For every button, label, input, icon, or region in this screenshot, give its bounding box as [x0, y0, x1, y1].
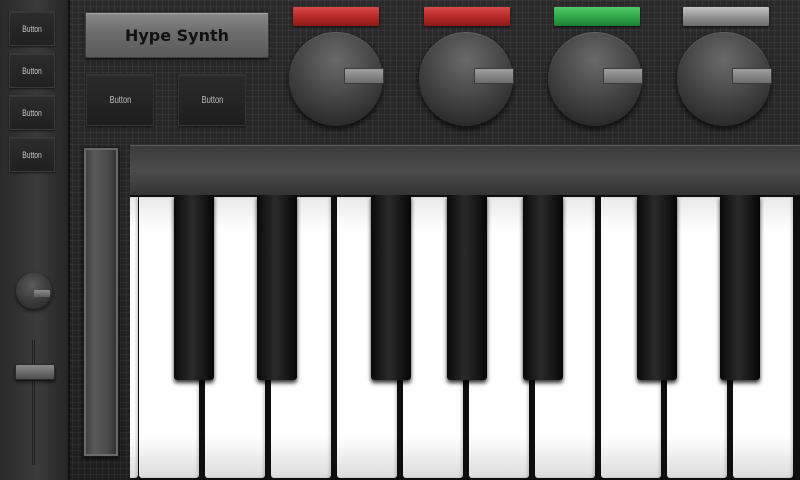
- app-title: Hype Synth: [124, 25, 230, 45]
- keyboard-header: [130, 145, 800, 196]
- indicator-1: [293, 7, 379, 26]
- side-slider-thumb[interactable]: [15, 364, 55, 380]
- indicator-2: [424, 7, 510, 26]
- side-panel: Button Button Button Button: [0, 0, 69, 480]
- side-button-3-label: Button: [22, 107, 42, 118]
- white-key[interactable]: [130, 197, 138, 478]
- side-button-2[interactable]: Button: [9, 53, 55, 88]
- black-key[interactable]: [174, 195, 214, 380]
- black-key[interactable]: [720, 195, 760, 380]
- indicator-3: [554, 7, 640, 26]
- top-button-1-label: Button: [109, 94, 131, 106]
- panel-divider: [68, 0, 70, 480]
- piano-keyboard: [130, 195, 800, 480]
- side-button-4[interactable]: Button: [9, 137, 55, 172]
- black-key[interactable]: [371, 195, 411, 380]
- side-slider-track[interactable]: [32, 340, 35, 465]
- knob-1[interactable]: [289, 32, 384, 126]
- side-button-1[interactable]: Button: [9, 11, 55, 46]
- knob-4-pointer: [732, 68, 772, 84]
- synth-app: Button Button Button Button Hype Synth B…: [0, 0, 800, 480]
- knob-2[interactable]: [419, 32, 514, 126]
- black-key[interactable]: [257, 195, 297, 380]
- knob-1-pointer: [344, 68, 384, 84]
- top-button-1[interactable]: Button: [86, 74, 154, 126]
- top-button-2-label: Button: [201, 94, 223, 106]
- black-key[interactable]: [447, 195, 487, 380]
- side-button-4-label: Button: [22, 149, 42, 160]
- knob-3-pointer: [603, 68, 643, 84]
- knob-3[interactable]: [548, 32, 643, 126]
- side-knob-pointer: [34, 290, 50, 297]
- side-knob[interactable]: [16, 273, 52, 309]
- black-key[interactable]: [637, 195, 677, 380]
- knob-4[interactable]: [677, 32, 772, 126]
- knob-2-pointer: [474, 68, 514, 84]
- title-button[interactable]: Hype Synth: [85, 12, 269, 58]
- top-button-2[interactable]: Button: [178, 74, 246, 126]
- side-button-2-label: Button: [22, 65, 42, 76]
- side-button-1-label: Button: [22, 23, 42, 34]
- white-key[interactable]: [205, 197, 265, 478]
- black-key[interactable]: [523, 195, 563, 380]
- indicator-4: [683, 7, 769, 26]
- side-button-3[interactable]: Button: [9, 95, 55, 130]
- pitch-strip[interactable]: [83, 147, 119, 457]
